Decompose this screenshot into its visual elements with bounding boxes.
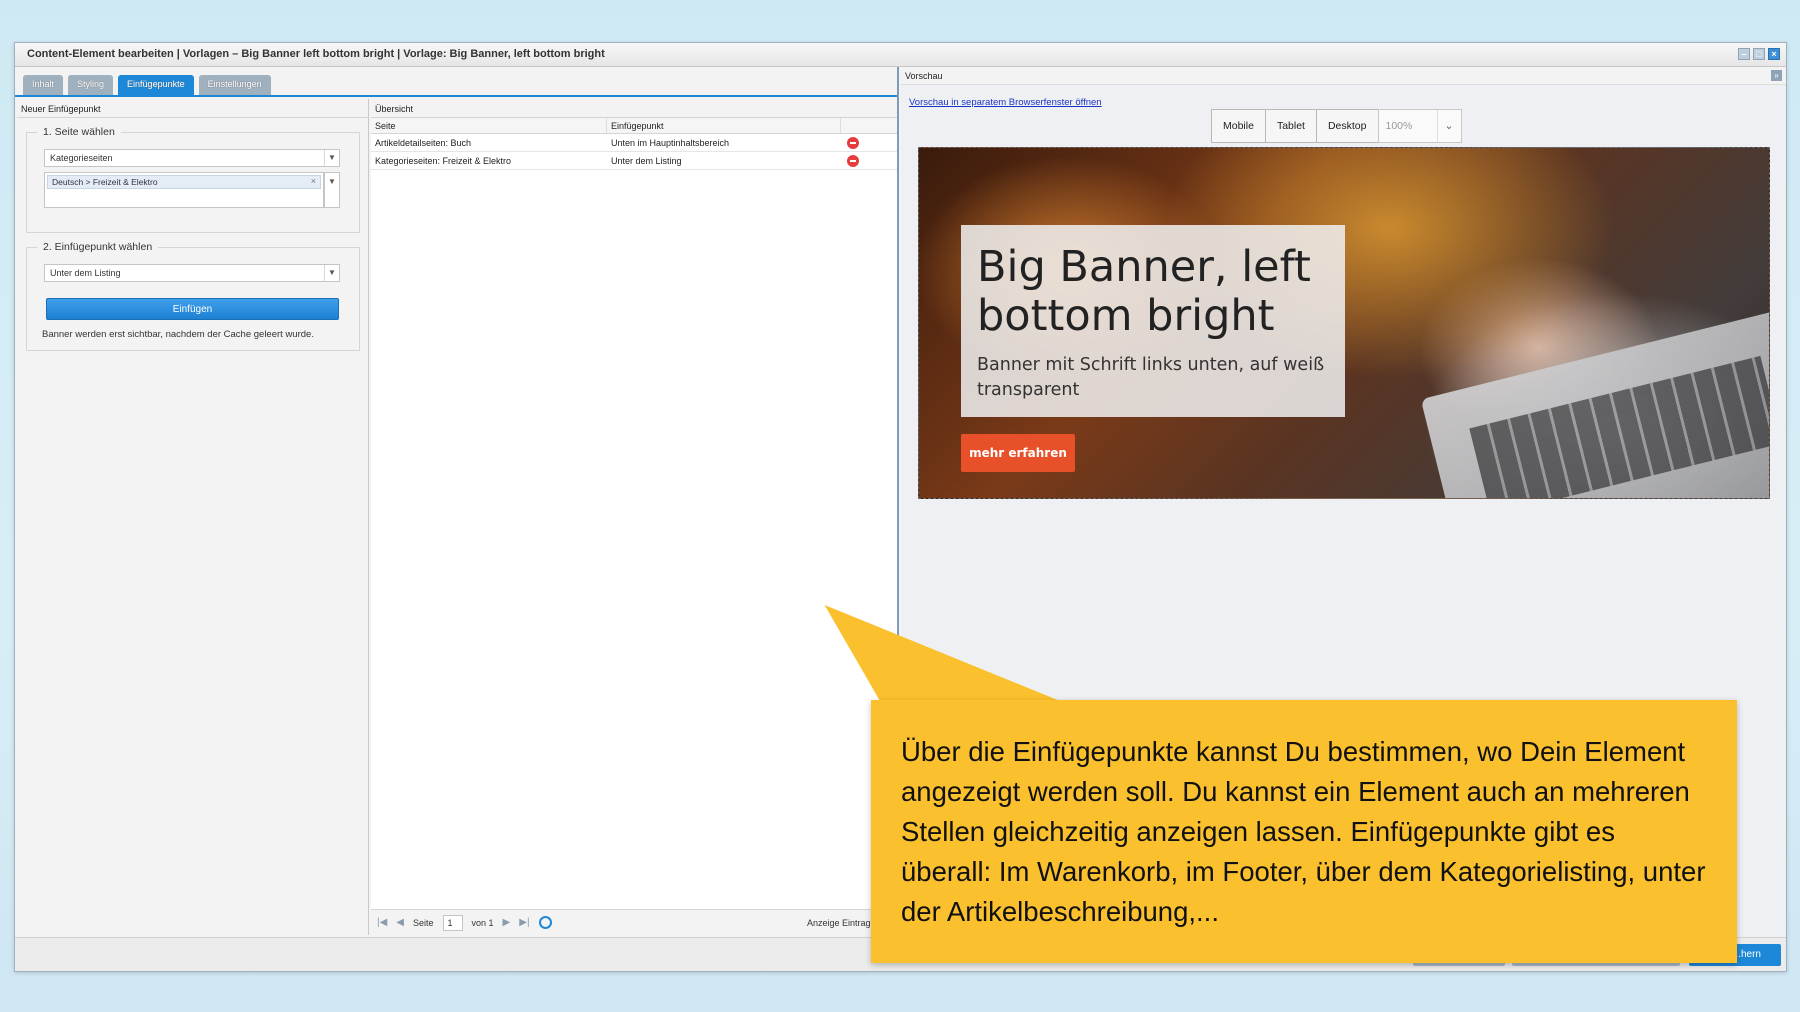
chevron-down-icon[interactable]: ▼ xyxy=(324,265,339,281)
device-switcher: Mobile Tablet Desktop 100% ⌄ xyxy=(1211,109,1462,143)
maximize-icon[interactable]: □ xyxy=(1753,48,1765,60)
page-of-label: von 1 xyxy=(471,917,494,928)
tab-einstellungen[interactable]: Einstellungen xyxy=(198,75,271,95)
tab-styling[interactable]: Styling xyxy=(68,75,114,95)
table-header: Seite Einfügepunkt xyxy=(371,118,897,134)
next-page-icon[interactable]: ▶ xyxy=(503,917,511,928)
editor-pane: Inhalt Styling Einfügepunkte Einstellung… xyxy=(15,67,899,937)
window-controls: – □ × xyxy=(1738,48,1780,60)
category-tag-label: Deutsch > Freizeit & Elektro xyxy=(52,177,158,187)
banner-title: Big Banner, left bottom bright xyxy=(977,242,1311,341)
delete-icon[interactable] xyxy=(847,155,859,167)
chevron-down-icon[interactable]: ▼ xyxy=(324,150,339,166)
zoom-value: 100% xyxy=(1385,120,1413,132)
cell-page: Kategorieseiten: Freizeit & Elektro xyxy=(375,156,512,166)
section-legend: 1. Seite wählen xyxy=(37,126,121,138)
panel-title: Neuer Einfügepunkt xyxy=(17,99,368,118)
tab-einfuegepunkte[interactable]: Einfügepunkte xyxy=(118,75,194,95)
device-mobile-button[interactable]: Mobile xyxy=(1211,109,1266,143)
cell-insert-point: Unten im Hauptinhaltsbereich xyxy=(611,138,730,148)
zoom-select[interactable]: 100% ⌄ xyxy=(1377,109,1462,143)
open-preview-link[interactable]: Vorschau in separatem Browserfenster öff… xyxy=(909,97,1102,108)
banner-cta-button[interactable]: mehr erfahren xyxy=(961,434,1075,472)
category-tag: Deutsch > Freizeit & Elektro × xyxy=(47,175,321,189)
device-desktop-button[interactable]: Desktop xyxy=(1315,109,1379,143)
close-icon[interactable]: × xyxy=(1768,48,1780,60)
category-tag-input[interactable]: Deutsch > Freizeit & Elektro × xyxy=(44,172,324,208)
page-number-input[interactable]: 1 xyxy=(442,914,463,931)
preview-header: Vorschau » xyxy=(901,67,1786,85)
new-insert-point-panel: Neuer Einfügepunkt 1. Seite wählen Kateg… xyxy=(17,99,369,935)
banner-background-image xyxy=(1420,302,1769,498)
table-row[interactable]: Artikeldetailseiten: Buch Unten im Haupt… xyxy=(371,134,897,152)
section-legend: 2. Einfügepunkt wählen xyxy=(37,241,159,253)
cell-page: Artikeldetailseiten: Buch xyxy=(375,138,472,148)
column-header-page[interactable]: Seite xyxy=(371,118,607,133)
window-title: Content-Element bearbeiten | Vorlagen – … xyxy=(27,48,605,60)
pagination: |◀ ◀ Seite 1 von 1 ▶ ▶| Anzeige Eintrag … xyxy=(371,909,897,935)
prev-page-icon[interactable]: ◀ xyxy=(396,917,404,928)
last-page-icon[interactable]: ▶| xyxy=(519,917,529,928)
column-header-insert-point[interactable]: Einfügepunkt xyxy=(607,118,841,133)
cache-hint: Banner werden erst sichtbar, nachdem der… xyxy=(42,329,314,340)
delete-icon[interactable] xyxy=(847,137,859,149)
cell-actions xyxy=(841,152,897,169)
overview-panel: Übersicht Seite Einfügepunkt Artikeldeta… xyxy=(371,99,897,935)
insert-button[interactable]: Einfügen xyxy=(46,298,339,320)
section-select-page: 1. Seite wählen Kategorieseiten ▼ Deutsc… xyxy=(26,126,360,233)
insert-point-select[interactable]: Unter dem Listing ▼ xyxy=(44,264,340,282)
panel-title: Übersicht xyxy=(371,99,897,118)
banner-preview: Big Banner, left bottom bright Banner mi… xyxy=(918,147,1770,499)
preview-title: Vorschau xyxy=(905,71,943,81)
minimize-icon[interactable]: – xyxy=(1738,48,1750,60)
chevron-down-icon[interactable]: ⌄ xyxy=(1436,110,1461,142)
section-select-insert-point: 2. Einfügepunkt wählen Unter dem Listing… xyxy=(26,241,360,351)
chevron-down-icon[interactable]: ▼ xyxy=(324,172,340,208)
banner-text-box: Big Banner, left bottom bright Banner mi… xyxy=(961,225,1345,417)
page-label: Seite xyxy=(413,917,434,928)
insert-point-value: Unter dem Listing xyxy=(50,268,121,278)
cell-insert-point: Unter dem Listing xyxy=(611,156,682,166)
tab-bar: Inhalt Styling Einfügepunkte Einstellung… xyxy=(15,67,897,97)
cell-actions xyxy=(841,134,897,151)
expand-icon[interactable]: » xyxy=(1771,70,1782,81)
table-row[interactable]: Kategorieseiten: Freizeit & Elektro Unte… xyxy=(371,152,897,170)
column-header-actions xyxy=(841,118,897,133)
callout-text: Über die Einfügepunkte kannst Du bestimm… xyxy=(901,736,1706,927)
page-type-value: Kategorieseiten xyxy=(50,153,113,163)
tab-inhalt[interactable]: Inhalt xyxy=(23,75,64,95)
banner-subtitle: Banner mit Schrift links unten, auf weiß… xyxy=(977,355,1325,400)
window-titlebar: Content-Element bearbeiten | Vorlagen – … xyxy=(15,43,1786,67)
remove-tag-icon[interactable]: × xyxy=(311,176,316,186)
page-type-select[interactable]: Kategorieseiten ▼ xyxy=(44,149,340,167)
device-tablet-button[interactable]: Tablet xyxy=(1264,109,1317,143)
info-callout: Über die Einfügepunkte kannst Du bestimm… xyxy=(871,700,1737,963)
refresh-icon[interactable] xyxy=(538,916,552,929)
first-page-icon[interactable]: |◀ xyxy=(377,917,387,928)
